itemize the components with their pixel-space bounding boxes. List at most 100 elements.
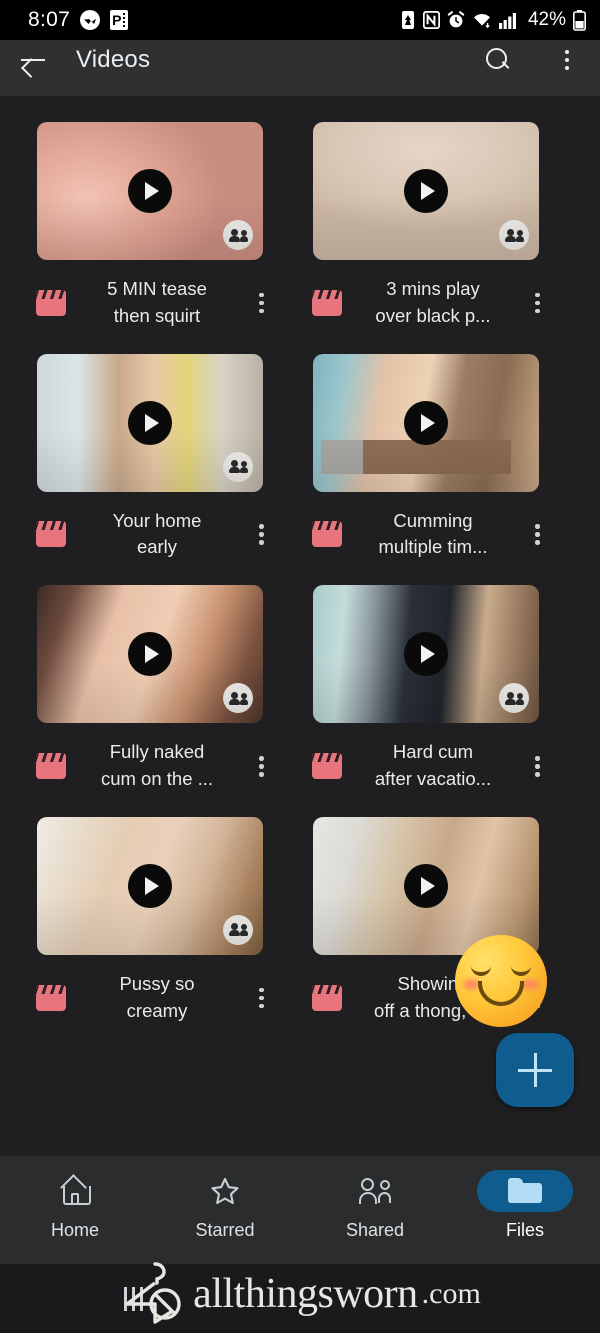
video-overflow-menu[interactable] — [248, 286, 274, 320]
bottom-nav-label: Files — [505, 1220, 544, 1240]
video-title: 3 mins play over black p... — [342, 276, 524, 330]
thumbnail-image — [37, 817, 263, 955]
shared-badge-icon — [223, 914, 253, 945]
app-bar: Videos — [0, 40, 600, 96]
video-overflow-menu[interactable] — [524, 286, 550, 320]
messenger-icon — [80, 10, 101, 30]
play-icon[interactable] — [128, 632, 172, 677]
battery-percent-label: 42% — [527, 9, 566, 30]
video-thumbnail[interactable] — [37, 353, 263, 492]
video-card[interactable]: Fully naked cum on the ... — [24, 585, 276, 793]
video-meta-row: 5 MIN tease then squirt — [24, 260, 276, 330]
nfc-icon — [422, 11, 440, 29]
video-overflow-menu[interactable] — [248, 517, 274, 551]
bottom-navigation-bar: Home Starred Shared Files — [0, 1156, 600, 1264]
status-bar-clock: 8:07 — [28, 8, 71, 31]
video-title: 5 MIN tease then squirt — [66, 276, 248, 330]
bottom-nav-item-shared[interactable]: Shared — [300, 1170, 450, 1241]
video-meta-row: Hard cum after vacatio... — [300, 723, 552, 793]
play-icon[interactable] — [128, 169, 172, 213]
video-thumbnail[interactable] — [313, 585, 539, 724]
video-thumbnail[interactable] — [313, 122, 539, 260]
video-overflow-menu[interactable] — [524, 517, 550, 551]
play-icon[interactable] — [404, 169, 448, 213]
wifi-icon — [472, 11, 492, 29]
alarm-icon — [447, 11, 465, 29]
video-overflow-menu[interactable] — [524, 749, 550, 783]
censor-bar — [321, 439, 511, 474]
back-arrow-icon[interactable] — [18, 45, 48, 75]
video-file-icon — [36, 753, 66, 780]
thumbnail-image — [313, 585, 539, 723]
video-thumbnail[interactable] — [37, 816, 263, 955]
thumbnail-image — [313, 354, 539, 492]
video-thumbnail[interactable] — [37, 122, 263, 260]
bottom-nav-pill — [177, 1170, 273, 1212]
video-card[interactable]: Cumming multiple tim... — [300, 353, 552, 562]
video-thumbnail[interactable] — [37, 585, 263, 724]
video-overflow-menu[interactable] — [248, 981, 274, 1015]
video-title: Fully naked cum on the ... — [66, 739, 248, 793]
video-title-line-2: creamy — [126, 999, 188, 1021]
thumbnail-image — [37, 354, 263, 492]
bottom-nav-pill — [27, 1170, 123, 1212]
video-title-line-1: Hard cum — [392, 741, 474, 763]
video-title-line-1: Fully naked — [109, 741, 205, 763]
video-thumbnail[interactable] — [313, 816, 539, 955]
status-bar: 8:07 P 42% — [0, 0, 600, 40]
folder-icon — [508, 1178, 542, 1204]
video-file-icon — [36, 521, 66, 548]
video-title-line-2: early — [136, 536, 178, 558]
thumbnail-image — [37, 122, 263, 260]
play-icon[interactable] — [404, 863, 448, 908]
play-icon[interactable] — [128, 400, 172, 445]
video-file-icon — [312, 753, 342, 780]
video-file-icon — [312, 289, 342, 316]
status-bar-left: 8:07 P — [28, 8, 129, 32]
cellular-signal-icon — [498, 12, 519, 29]
video-card[interactable]: Hard cum after vacatio... — [300, 585, 552, 793]
video-title-line-1: Pussy so — [119, 972, 195, 994]
bottom-nav-label: Home — [50, 1220, 99, 1240]
video-title-line-2: then squirt — [113, 304, 201, 326]
star-icon — [210, 1177, 240, 1206]
play-icon[interactable] — [404, 400, 448, 445]
video-grid: 5 MIN tease then squirt 3 mins play over… — [0, 122, 600, 1025]
shared-badge-icon — [499, 220, 529, 250]
android-system-nav-bar — [0, 1264, 600, 1333]
play-icon[interactable] — [404, 632, 448, 677]
search-icon[interactable] — [482, 45, 512, 75]
shared-badge-icon — [223, 220, 253, 250]
bottom-nav-pill — [327, 1170, 423, 1212]
video-card[interactable]: Your home early — [24, 353, 276, 562]
kebab-menu-icon[interactable] — [552, 45, 582, 75]
plus-icon — [518, 1053, 552, 1087]
video-title-line-1: 5 MIN tease — [107, 278, 207, 299]
video-title-line-2: cum on the ... — [100, 768, 214, 790]
video-title-line-2: over black p... — [375, 304, 491, 326]
p-badge-icon: P — [110, 10, 129, 30]
smiling-face-with-smiling-eyes-emoji — [455, 935, 547, 1027]
video-title-line-2: after vacatio... — [374, 768, 492, 790]
battery-icon — [573, 9, 586, 31]
video-title: Pussy so creamy — [66, 971, 248, 1025]
video-card[interactable]: Pussy so creamy — [24, 816, 276, 1025]
video-card[interactable]: 5 MIN tease then squirt — [24, 122, 276, 330]
thumbnail-image — [37, 585, 263, 723]
add-floating-action-button[interactable] — [496, 1033, 574, 1107]
shared-badge-icon — [223, 683, 253, 714]
video-file-icon — [312, 984, 342, 1011]
recents-button[interactable] — [118, 1286, 148, 1312]
video-overflow-menu[interactable] — [248, 749, 274, 783]
people-icon — [359, 1177, 391, 1205]
bottom-nav-item-home[interactable]: Home — [0, 1170, 150, 1241]
thumbnail-image — [313, 817, 539, 955]
video-thumbnail[interactable] — [313, 353, 539, 492]
bottom-nav-item-files[interactable]: Files — [450, 1170, 600, 1241]
video-title: Hard cum after vacatio... — [342, 739, 524, 793]
bottom-nav-item-starred[interactable]: Starred — [150, 1170, 300, 1241]
play-icon[interactable] — [128, 863, 172, 908]
video-title: Cumming multiple tim... — [342, 508, 524, 562]
bottom-nav-label: Starred — [195, 1220, 255, 1240]
video-card[interactable]: 3 mins play over black p... — [300, 122, 552, 330]
